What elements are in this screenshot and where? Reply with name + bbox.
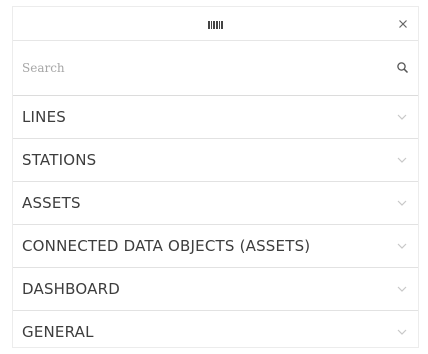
- chevron-down-icon[interactable]: [396, 112, 408, 122]
- menu-item-lines[interactable]: LINES: [13, 96, 418, 139]
- menu-item-label: DASHBOARD: [22, 280, 120, 298]
- menu-item-general[interactable]: GENERAL: [13, 311, 418, 354]
- chevron-down-icon[interactable]: [396, 327, 408, 337]
- panel-titlebar[interactable]: [13, 7, 418, 41]
- drag-handle-icon[interactable]: [208, 21, 224, 29]
- menu-item-label: ASSETS: [22, 194, 81, 212]
- menu-item-label: LINES: [22, 108, 67, 126]
- search-row: [13, 41, 418, 96]
- menu-item-stations[interactable]: STATIONS: [13, 139, 418, 182]
- chevron-down-icon[interactable]: [396, 155, 408, 165]
- chevron-down-icon[interactable]: [396, 284, 408, 294]
- search-icon[interactable]: [395, 60, 411, 76]
- chevron-down-icon[interactable]: [396, 198, 408, 208]
- chevron-down-icon[interactable]: [396, 241, 408, 251]
- close-button[interactable]: [392, 13, 414, 35]
- menu-item-label: STATIONS: [22, 151, 97, 169]
- close-icon: [399, 20, 407, 28]
- filter-panel: LINES STATIONS ASSETS CONNECTED DATA OBJ…: [12, 6, 419, 348]
- search-input[interactable]: [19, 56, 382, 80]
- category-list: LINES STATIONS ASSETS CONNECTED DATA OBJ…: [13, 96, 418, 354]
- menu-item-label: CONNECTED DATA OBJECTS (ASSETS): [22, 237, 311, 255]
- menu-item-assets[interactable]: ASSETS: [13, 182, 418, 225]
- menu-item-label: GENERAL: [22, 323, 94, 341]
- menu-item-dashboard[interactable]: DASHBOARD: [13, 268, 418, 311]
- menu-item-connected-data-objects[interactable]: CONNECTED DATA OBJECTS (ASSETS): [13, 225, 418, 268]
